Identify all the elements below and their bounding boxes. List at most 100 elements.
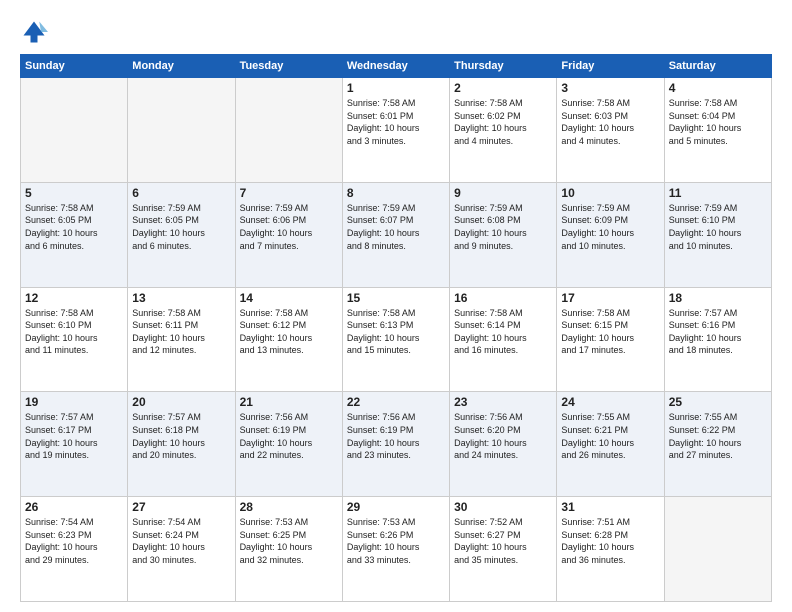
day-info: Sunrise: 7:58 AM Sunset: 6:14 PM Dayligh… (454, 307, 552, 357)
calendar-cell: 9 Sunrise: 7:59 AM Sunset: 6:08 PM Daylig… (450, 182, 557, 287)
day-number: 7 (240, 186, 338, 200)
calendar-cell: 23 Sunrise: 7:56 AM Sunset: 6:20 PM Dayli… (450, 392, 557, 497)
page: SundayMondayTuesdayWednesdayThursdayFrid… (0, 0, 792, 612)
calendar-cell: 31Sunrise: 7:51 AM Sunset: 6:28 PM Dayli… (557, 497, 664, 602)
day-number: 16 (454, 291, 552, 305)
day-info: Sunrise: 7:53 AM Sunset: 6:25 PM Dayligh… (240, 516, 338, 566)
day-number: 14 (240, 291, 338, 305)
calendar-cell: 13 Sunrise: 7:58 AM Sunset: 6:11 PM Dayli… (128, 287, 235, 392)
day-info: Sunrise: 7:57 AM Sunset: 6:16 PM Dayligh… (669, 307, 767, 357)
day-info: Sunrise: 7:53 AM Sunset: 6:26 PM Dayligh… (347, 516, 445, 566)
day-number: 28 (240, 500, 338, 514)
weekday-header-tuesday: Tuesday (235, 55, 342, 78)
weekday-header-friday: Friday (557, 55, 664, 78)
calendar-table: SundayMondayTuesdayWednesdayThursdayFrid… (20, 54, 772, 602)
day-info: Sunrise: 7:55 AM Sunset: 6:21 PM Dayligh… (561, 411, 659, 461)
calendar-week-5: 26Sunrise: 7:54 AM Sunset: 6:23 PM Dayli… (21, 497, 772, 602)
day-info: Sunrise: 7:58 AM Sunset: 6:12 PM Dayligh… (240, 307, 338, 357)
day-info: Sunrise: 7:52 AM Sunset: 6:27 PM Dayligh… (454, 516, 552, 566)
logo-icon (20, 18, 48, 46)
calendar-cell: 1 Sunrise: 7:58 AM Sunset: 6:01 PM Daylig… (342, 78, 449, 183)
calendar-cell: 26Sunrise: 7:54 AM Sunset: 6:23 PM Dayli… (21, 497, 128, 602)
day-number: 3 (561, 81, 659, 95)
day-number: 27 (132, 500, 230, 514)
calendar-cell: 27Sunrise: 7:54 AM Sunset: 6:24 PM Dayli… (128, 497, 235, 602)
day-info: Sunrise: 7:58 AM Sunset: 6:04 PM Dayligh… (669, 97, 767, 147)
day-info: Sunrise: 7:56 AM Sunset: 6:20 PM Dayligh… (454, 411, 552, 461)
logo (20, 18, 52, 46)
calendar-week-1: 1 Sunrise: 7:58 AM Sunset: 6:01 PM Daylig… (21, 78, 772, 183)
calendar-week-3: 12 Sunrise: 7:58 AM Sunset: 6:10 PM Dayli… (21, 287, 772, 392)
day-info: Sunrise: 7:56 AM Sunset: 6:19 PM Dayligh… (347, 411, 445, 461)
day-info: Sunrise: 7:57 AM Sunset: 6:17 PM Dayligh… (25, 411, 123, 461)
weekday-header-saturday: Saturday (664, 55, 771, 78)
day-info: Sunrise: 7:58 AM Sunset: 6:01 PM Dayligh… (347, 97, 445, 147)
calendar-week-4: 19 Sunrise: 7:57 AM Sunset: 6:17 PM Dayli… (21, 392, 772, 497)
calendar-cell: 14 Sunrise: 7:58 AM Sunset: 6:12 PM Dayli… (235, 287, 342, 392)
day-number: 22 (347, 395, 445, 409)
calendar-cell: 22 Sunrise: 7:56 AM Sunset: 6:19 PM Dayli… (342, 392, 449, 497)
day-info: Sunrise: 7:55 AM Sunset: 6:22 PM Dayligh… (669, 411, 767, 461)
calendar-cell: 7 Sunrise: 7:59 AM Sunset: 6:06 PM Daylig… (235, 182, 342, 287)
day-info: Sunrise: 7:59 AM Sunset: 6:09 PM Dayligh… (561, 202, 659, 252)
day-number: 9 (454, 186, 552, 200)
day-info: Sunrise: 7:59 AM Sunset: 6:10 PM Dayligh… (669, 202, 767, 252)
calendar-cell: 29 Sunrise: 7:53 AM Sunset: 6:26 PM Dayli… (342, 497, 449, 602)
calendar-cell: 11Sunrise: 7:59 AM Sunset: 6:10 PM Dayli… (664, 182, 771, 287)
day-number: 4 (669, 81, 767, 95)
day-info: Sunrise: 7:54 AM Sunset: 6:23 PM Dayligh… (25, 516, 123, 566)
day-number: 17 (561, 291, 659, 305)
day-info: Sunrise: 7:59 AM Sunset: 6:08 PM Dayligh… (454, 202, 552, 252)
day-info: Sunrise: 7:58 AM Sunset: 6:15 PM Dayligh… (561, 307, 659, 357)
day-number: 19 (25, 395, 123, 409)
day-number: 25 (669, 395, 767, 409)
calendar-week-2: 5Sunrise: 7:58 AM Sunset: 6:05 PM Daylig… (21, 182, 772, 287)
day-number: 10 (561, 186, 659, 200)
day-info: Sunrise: 7:59 AM Sunset: 6:06 PM Dayligh… (240, 202, 338, 252)
calendar-cell (128, 78, 235, 183)
calendar-cell: 4 Sunrise: 7:58 AM Sunset: 6:04 PM Daylig… (664, 78, 771, 183)
weekday-header-thursday: Thursday (450, 55, 557, 78)
calendar-cell: 8Sunrise: 7:59 AM Sunset: 6:07 PM Daylig… (342, 182, 449, 287)
calendar-cell (235, 78, 342, 183)
day-info: Sunrise: 7:58 AM Sunset: 6:05 PM Dayligh… (25, 202, 123, 252)
calendar-cell: 19 Sunrise: 7:57 AM Sunset: 6:17 PM Dayli… (21, 392, 128, 497)
calendar-cell: 2 Sunrise: 7:58 AM Sunset: 6:02 PM Daylig… (450, 78, 557, 183)
calendar-cell: 21Sunrise: 7:56 AM Sunset: 6:19 PM Dayli… (235, 392, 342, 497)
day-info: Sunrise: 7:51 AM Sunset: 6:28 PM Dayligh… (561, 516, 659, 566)
day-number: 24 (561, 395, 659, 409)
calendar-cell: 28 Sunrise: 7:53 AM Sunset: 6:25 PM Dayli… (235, 497, 342, 602)
day-info: Sunrise: 7:59 AM Sunset: 6:05 PM Dayligh… (132, 202, 230, 252)
weekday-header-wednesday: Wednesday (342, 55, 449, 78)
day-number: 8 (347, 186, 445, 200)
day-info: Sunrise: 7:56 AM Sunset: 6:19 PM Dayligh… (240, 411, 338, 461)
day-number: 6 (132, 186, 230, 200)
weekday-header-monday: Monday (128, 55, 235, 78)
day-number: 29 (347, 500, 445, 514)
day-number: 13 (132, 291, 230, 305)
calendar-cell: 16 Sunrise: 7:58 AM Sunset: 6:14 PM Dayli… (450, 287, 557, 392)
calendar-cell: 24 Sunrise: 7:55 AM Sunset: 6:21 PM Dayli… (557, 392, 664, 497)
day-number: 15 (347, 291, 445, 305)
calendar-cell: 25 Sunrise: 7:55 AM Sunset: 6:22 PM Dayli… (664, 392, 771, 497)
calendar-cell: 12 Sunrise: 7:58 AM Sunset: 6:10 PM Dayli… (21, 287, 128, 392)
day-info: Sunrise: 7:58 AM Sunset: 6:02 PM Dayligh… (454, 97, 552, 147)
weekday-header-row: SundayMondayTuesdayWednesdayThursdayFrid… (21, 55, 772, 78)
header (20, 18, 772, 46)
day-number: 20 (132, 395, 230, 409)
day-info: Sunrise: 7:58 AM Sunset: 6:10 PM Dayligh… (25, 307, 123, 357)
day-info: Sunrise: 7:58 AM Sunset: 6:13 PM Dayligh… (347, 307, 445, 357)
day-info: Sunrise: 7:58 AM Sunset: 6:03 PM Dayligh… (561, 97, 659, 147)
day-number: 1 (347, 81, 445, 95)
calendar-cell: 10 Sunrise: 7:59 AM Sunset: 6:09 PM Dayli… (557, 182, 664, 287)
calendar-cell (21, 78, 128, 183)
day-number: 2 (454, 81, 552, 95)
calendar-cell: 3 Sunrise: 7:58 AM Sunset: 6:03 PM Daylig… (557, 78, 664, 183)
day-number: 12 (25, 291, 123, 305)
calendar-cell: 20Sunrise: 7:57 AM Sunset: 6:18 PM Dayli… (128, 392, 235, 497)
calendar-cell: 18Sunrise: 7:57 AM Sunset: 6:16 PM Dayli… (664, 287, 771, 392)
calendar-cell (664, 497, 771, 602)
day-number: 23 (454, 395, 552, 409)
day-info: Sunrise: 7:58 AM Sunset: 6:11 PM Dayligh… (132, 307, 230, 357)
calendar-cell: 15 Sunrise: 7:58 AM Sunset: 6:13 PM Dayli… (342, 287, 449, 392)
